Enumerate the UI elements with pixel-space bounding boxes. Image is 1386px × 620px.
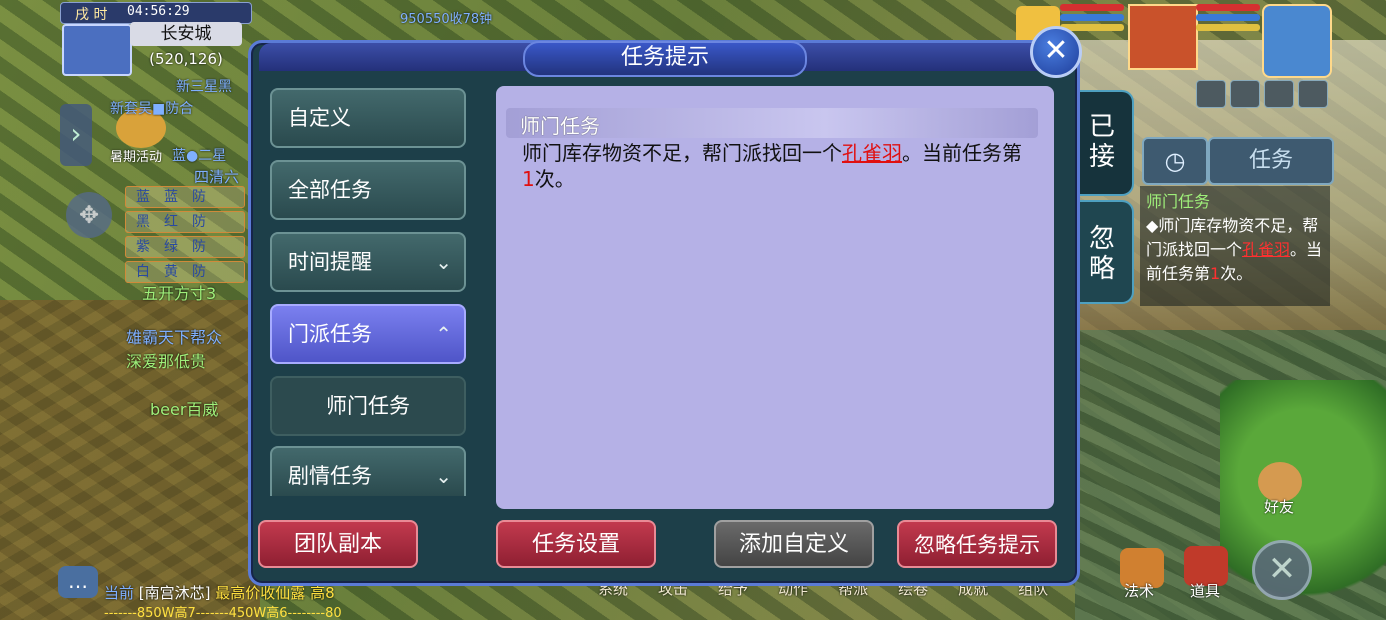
menu-sect-tasks-label: 门派任务 xyxy=(288,322,372,346)
stall-name: 四清六 xyxy=(194,168,240,186)
tab-accepted[interactable]: 已接 xyxy=(1072,90,1134,196)
task-settings-button[interactable]: 任务设置 xyxy=(496,520,656,568)
stall-name: 新三星黑 xyxy=(176,79,232,95)
tracker-description[interactable]: ◆师门库存物资不足，帮门派找回一个孔雀羽。当前任务第1次。 xyxy=(1146,214,1326,286)
chat-sender[interactable]: [南宫沐芯] xyxy=(139,584,211,602)
time-bar: 戌 时 04:56:29 xyxy=(60,2,252,24)
menu-all-tasks[interactable]: 全部任务 xyxy=(270,160,466,220)
npc-name: beer百威 xyxy=(150,400,219,419)
menu-time-reminder[interactable]: 时间提醒 ⌄ xyxy=(270,232,466,292)
chat-channel: 当前 xyxy=(104,584,135,602)
magic-label[interactable]: 法术 xyxy=(1124,580,1154,601)
buff-item: 黑 红 防 xyxy=(125,211,245,233)
npc-name: 雄霸天下帮众 xyxy=(126,328,223,347)
menu-story-tasks[interactable]: 剧情任务 ⌄ xyxy=(270,446,466,496)
ignore-task-tips-button[interactable]: 忽略任务提示 xyxy=(897,520,1057,568)
tab-accepted-label: 已接 xyxy=(1088,112,1115,172)
chat-text-continued: -------850W高7-------450W高6--------80 xyxy=(104,606,342,620)
stall-name: 新套吴■防合 xyxy=(110,101,194,117)
task-description: 师门库存物资不足，帮门派找回一个孔雀羽。当前任务第1次。 xyxy=(522,141,1022,191)
task-tracker-button[interactable]: 任务 xyxy=(1208,137,1334,185)
player-avatar[interactable] xyxy=(1262,4,1332,78)
menu-master-task[interactable]: 师门任务 xyxy=(270,376,466,436)
team-dungeon-button[interactable]: 团队副本 xyxy=(258,520,418,568)
tracker-item-link[interactable]: 孔雀羽 xyxy=(1242,240,1290,259)
chat-text: 最高价收仙露 高8 xyxy=(215,584,335,602)
timer-icon[interactable]: ◷ xyxy=(1142,137,1208,185)
expand-arrow-icon[interactable]: › xyxy=(60,104,92,166)
friends-label[interactable]: 好友 xyxy=(1264,496,1294,517)
chevron-down-icon: ⌄ xyxy=(435,250,452,274)
menu-story-tasks-label: 剧情任务 xyxy=(288,464,372,488)
buff-item: 蓝 蓝 防 xyxy=(125,186,245,208)
tab-ignored[interactable]: 忽略 xyxy=(1072,200,1134,304)
quick-slot-icon[interactable] xyxy=(1196,80,1226,108)
task-count: 1 xyxy=(522,167,535,191)
quick-slots xyxy=(1196,80,1328,108)
buff-item: 紫 绿 防 xyxy=(125,236,245,258)
player-status-bars xyxy=(1196,4,1260,44)
task-item-link[interactable]: 孔雀羽 xyxy=(842,141,902,165)
npc-name: 五开方寸3 xyxy=(142,284,217,303)
close-icon[interactable]: ✕ xyxy=(1030,26,1082,78)
chat-icon[interactable]: … xyxy=(58,566,98,598)
dialog-title: 任务提示 xyxy=(620,45,709,70)
items-label[interactable]: 道具 xyxy=(1190,580,1220,601)
add-custom-button[interactable]: 添加自定义 xyxy=(714,520,874,568)
menu-custom-label: 自定义 xyxy=(288,106,351,130)
menu-custom[interactable]: 自定义 xyxy=(270,88,466,148)
tab-ignored-label: 忽略 xyxy=(1088,224,1115,284)
task-detail-panel: 师门任务 师门库存物资不足，帮门派找回一个孔雀羽。当前任务第1次。 xyxy=(496,86,1054,509)
stall-name: 950550收78钟 xyxy=(400,12,493,27)
task-header: 师门任务 xyxy=(520,114,600,138)
chevron-down-icon: ⌄ xyxy=(435,464,452,488)
event-label[interactable]: 暑期活动 xyxy=(110,146,162,165)
character-portrait[interactable] xyxy=(1128,4,1198,70)
minimap-icon[interactable] xyxy=(62,24,132,76)
time-period: 戌 时 xyxy=(75,7,108,23)
npc-name: 深爱那低贵 xyxy=(126,352,207,371)
move-pad-icon[interactable]: ✥ xyxy=(66,192,112,238)
quick-slot-icon[interactable] xyxy=(1298,80,1328,108)
task-header-bar: 师门任务 xyxy=(506,108,1038,138)
menu-master-task-label: 师门任务 xyxy=(326,394,410,418)
dialog-title-plate: 任务提示 xyxy=(523,41,807,77)
quick-slot-icon[interactable] xyxy=(1264,80,1294,108)
close-hud-icon[interactable]: ✕ xyxy=(1252,540,1312,600)
map-name[interactable]: 长安城 xyxy=(130,22,242,46)
buff-list: 蓝 蓝 防 黑 红 防 紫 绿 防 白 黄 防 xyxy=(125,186,245,286)
stall-name: 蓝●二星 xyxy=(172,148,227,164)
chevron-up-icon: ⌃ xyxy=(435,322,452,346)
tracker-title[interactable]: 师门任务 xyxy=(1146,188,1210,212)
clock: 04:56:29 xyxy=(127,4,190,19)
quick-slot-icon[interactable] xyxy=(1230,80,1260,108)
menu-sect-tasks[interactable]: 门派任务 ⌃ xyxy=(270,304,466,364)
menu-all-tasks-label: 全部任务 xyxy=(288,178,372,202)
menu-time-reminder-label: 时间提醒 xyxy=(288,250,372,274)
coordinates: (520,126) xyxy=(149,50,223,68)
